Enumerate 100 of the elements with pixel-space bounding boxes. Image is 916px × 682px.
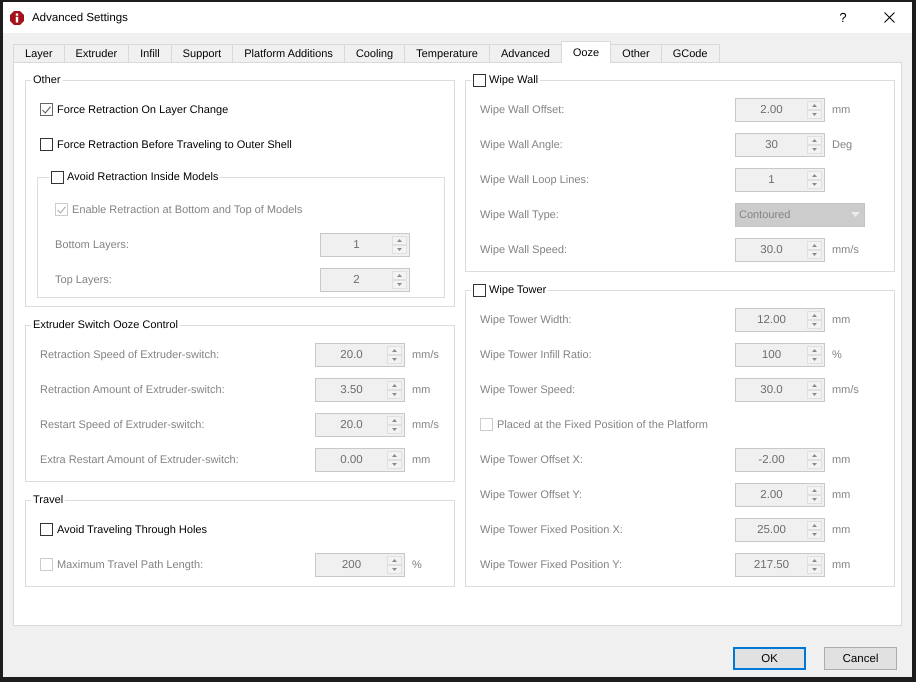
caret-up-icon [812,174,817,176]
caret-down-icon [851,212,860,217]
tab[interactable]: Layer [13,44,65,62]
field-label: Wipe Tower Infill Ratio: [480,348,593,360]
spin-up-button[interactable] [807,520,822,530]
field-label: Wipe Tower Fixed Position X: [480,524,624,536]
help-button[interactable]: ? [820,2,866,33]
caret-up-icon [812,104,817,106]
field-label: Wipe Tower Fixed Position Y: [480,558,624,570]
caret-up-icon [812,524,817,526]
spin-up-button[interactable] [387,346,402,354]
unit-label: % [831,348,842,360]
group-title[interactable]: Wipe Tower [489,282,546,298]
field-label: Top Layers: [55,274,113,286]
caret-down-icon [812,112,817,116]
unit-label: Deg [831,138,852,150]
spin-up-button[interactable] [807,486,822,494]
checkbox[interactable] [40,138,53,151]
caret-down-icon [812,182,817,186]
caret-up-icon [397,274,402,276]
unit-label: % [411,558,422,570]
field-label: Restart Speed of Extruder-switch: [40,418,206,430]
tab[interactable]: Temperature [404,44,490,62]
checkbox[interactable] [51,170,64,184]
spin-up-button[interactable] [807,450,822,460]
tab[interactable]: Ooze [560,41,612,63]
caret-down-icon [812,532,817,536]
group-title: Extruder Switch Ooze Control [33,318,178,333]
spin-up-button[interactable] [807,310,822,320]
caret-up-icon [392,348,397,352]
tab[interactable]: Support [170,44,234,62]
spin-up-button[interactable] [807,380,822,390]
checkbox-label[interactable]: Force Retraction On Layer Change [57,104,228,116]
field-label: Wipe Wall Speed: [480,244,568,256]
caret-down-icon [812,498,817,500]
spin-up-button[interactable] [807,100,822,110]
unit-label: mm [831,558,850,570]
spin-up-button[interactable] [392,270,407,280]
caret-up-icon [812,138,817,142]
unit-label: mm [411,384,430,396]
field-label: Extra Restart Amount of Extruder-switch: [40,454,240,466]
unit-label: mm [831,454,850,466]
spin-up-button[interactable] [807,136,822,144]
dialog-button[interactable]: OK [733,647,806,670]
caret-down-icon [812,568,817,570]
field-label: Wipe Tower Speed: [480,384,576,396]
caret-up-icon [812,454,817,456]
spin-up-button[interactable] [387,556,402,564]
caret-down-icon [392,358,397,360]
field-label: Wipe Wall Type: [480,208,560,220]
caret-up-icon [392,418,397,422]
group-title[interactable]: Avoid Retraction Inside Models [67,169,218,185]
unit-label: mm/s [411,418,439,430]
dialog-button[interactable]: Cancel [824,647,897,670]
tab[interactable]: GCode [660,44,720,62]
spin-up-button[interactable] [387,416,402,424]
unit-label: mm/s [831,244,859,256]
caret-up-icon [812,384,817,386]
checkbox[interactable] [473,284,486,296]
group-title: Travel [33,493,64,508]
field-label: Retraction Speed of Extruder-switch: [40,348,220,360]
unit-label: mm/s [411,348,439,360]
caret-down-icon [812,358,817,360]
caret-down-icon [392,392,397,396]
close-icon [884,12,894,23]
caret-up-icon [392,384,397,386]
caret-down-icon [812,148,817,150]
spin-up-button[interactable] [387,380,402,390]
caret-down-icon [812,462,817,466]
checkbox-label[interactable]: Force Retraction Before Traveling to Outer Shell [57,138,292,150]
field-label: Wipe Tower Width: [480,314,572,326]
field-label: Wipe Tower Offset X: [480,454,584,466]
caret-down-icon [397,248,402,250]
caret-up-icon [812,558,817,562]
unit-label: mm [831,104,850,116]
field-label: Bottom Layers: [55,238,130,250]
caret-down-icon [812,322,817,326]
caret-down-icon [392,462,397,466]
checkbox[interactable] [473,74,486,86]
checkbox-label[interactable]: Avoid Traveling Through Holes [57,524,208,536]
caret-down-icon [812,392,817,396]
unit-label: mm [831,488,850,500]
field-label: Wipe Wall Offset: [480,104,566,116]
checkmark-icon [42,106,51,114]
spin-up-button[interactable] [807,346,822,354]
tab[interactable]: Cooling [344,44,406,62]
field-label: Wipe Wall Loop Lines: [480,174,590,186]
spin-up-button[interactable] [807,240,822,250]
spin-up-button[interactable] [807,556,822,564]
spin-up-button[interactable] [392,236,407,244]
caret-up-icon [812,348,817,352]
spin-up-button[interactable] [807,170,822,180]
checkbox[interactable] [40,523,53,536]
checkbox[interactable] [40,103,53,116]
unit-label: mm/s [831,384,859,396]
caret-up-icon [812,488,817,492]
spin-up-button[interactable] [387,450,402,460]
unit-label: mm [831,524,850,536]
group-title[interactable]: Wipe Wall [489,72,538,88]
field-label: Wipe Tower Offset Y: [480,488,584,500]
